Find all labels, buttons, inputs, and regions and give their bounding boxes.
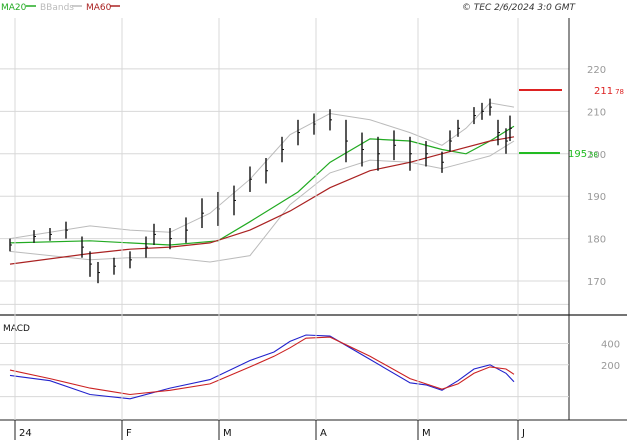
macd-gridlines: [0, 343, 569, 398]
price-gridlines: [0, 68, 569, 305]
chart-canvas: MA20 BBands MA60 © TEC 2/6/2024 3:0 GMT …: [0, 3, 627, 440]
legend-bbands-label: BBands: [40, 3, 74, 13]
macd-series-signal: [9, 336, 515, 396]
legend: MA20 BBands MA60: [1, 3, 120, 13]
price-y-tick-label: 190: [587, 192, 606, 203]
series-bbands-upper: [9, 102, 515, 240]
support-label: 195 58: [568, 149, 598, 160]
macd-panel: MACD 200 400: [0, 324, 620, 400]
macd-y-ticks: 200 400: [601, 340, 620, 372]
timestamp: © TEC 2/6/2024 3:0 GMT: [462, 3, 577, 13]
x-tick-label: F: [126, 428, 132, 439]
x-tick-label: A: [320, 428, 327, 439]
legend-bbands: BBands: [40, 3, 82, 13]
series-ma60: [9, 136, 515, 265]
price-panel: 170180190200210220 211 78 195 58: [0, 65, 624, 305]
x-tick-label: J: [521, 428, 525, 439]
price-y-tick-label: 170: [587, 277, 606, 288]
price-y-tick-label: 180: [587, 235, 606, 246]
x-axis: 24 F M A M J: [14, 18, 525, 440]
price-y-ticks: 170180190200210220: [587, 65, 606, 288]
x-tick-label: M: [223, 428, 232, 439]
legend-ma60-label: MA60: [86, 3, 112, 13]
x-tick-label: M: [422, 428, 431, 439]
x-tick-label: 24: [19, 428, 32, 439]
legend-ma20-label: MA20: [1, 3, 27, 13]
price-y-tick-label: 210: [587, 107, 606, 118]
macd-series: [9, 334, 515, 400]
resistance-label: 211 78: [594, 86, 624, 97]
price-markers: 211 78 195 58: [519, 86, 624, 160]
macd-series-macd: [9, 334, 515, 400]
price-bars: [9, 98, 512, 284]
macd-y-tick-label: 400: [601, 340, 620, 351]
series-bbands-lower: [9, 140, 515, 263]
price-y-tick-label: 220: [587, 65, 606, 76]
macd-y-tick-label: 200: [601, 361, 620, 372]
legend-ma60: MA60: [86, 3, 120, 13]
price-series: [9, 102, 515, 265]
macd-title: MACD: [3, 324, 30, 334]
legend-ma20: MA20: [1, 3, 36, 13]
